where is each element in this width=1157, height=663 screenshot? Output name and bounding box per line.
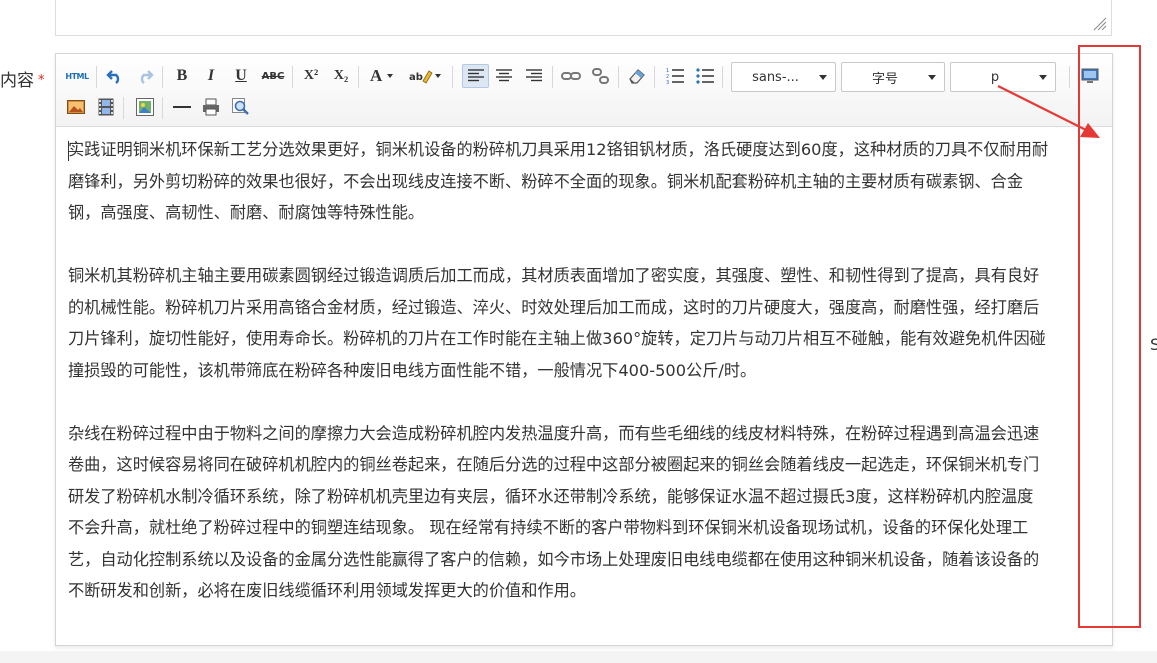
eraser-icon	[629, 69, 645, 84]
print-button[interactable]	[199, 95, 223, 119]
text-line: 不会升高，就杜绝了粉碎过程中的铜塑连结现象。 现在经常有持续不断的客户带物料到环…	[68, 518, 1029, 537]
underline-button[interactable]: U	[229, 64, 253, 88]
font-color-label: A	[370, 66, 383, 85]
text-line: 刀片锋利，旋切性能好，使用寿命长。粉碎机的刀片在工作时能在主轴上做360°旋转，…	[68, 329, 1046, 348]
text-line: 铜米机其粉碎机主轴主要用碳素圆钢经过锻造调质后加工而成，其材质表面增加了密实度，…	[68, 266, 1040, 285]
horizontal-rule-button[interactable]	[170, 95, 194, 119]
redo-button[interactable]	[133, 64, 157, 88]
annotation-highlight-box	[1078, 45, 1141, 628]
text-line: 艺，自动化控制系统以及设备的金属分选性能赢得了客户的信赖，如今市场上处理废旧电线…	[68, 549, 1040, 569]
align-left-button[interactable]	[462, 64, 489, 88]
unlink-button[interactable]	[589, 64, 613, 88]
content-label-text: 内容	[0, 71, 34, 91]
align-right-icon	[526, 69, 542, 82]
page-bottom-bar	[0, 651, 1157, 663]
editor-toolbar: HTML B I U ABC X² X₂ A ab 1 2 3 sans-...…	[56, 54, 1112, 127]
text-line: 钢，高强度、高韧性、耐磨、耐腐蚀等特殊性能。	[68, 203, 425, 222]
text-line: 撞损毁的可能性，该机带筛底在粉碎各种废旧电线方面性能不错，一般情况下400-50…	[68, 360, 757, 380]
chevron-down-icon	[1039, 74, 1047, 80]
text-line: 卷曲，这时候容易将同在破碎机机腔内的铜丝卷起来，在随后分选的过程中这部分被圈起来…	[68, 455, 1040, 474]
chevron-down-icon	[819, 74, 827, 80]
paragraph-format-value: p	[990, 69, 1000, 85]
insert-video-button[interactable]	[94, 95, 118, 119]
font-size-select[interactable]: 字号	[841, 62, 945, 92]
chevron-down-icon	[928, 74, 936, 80]
chevron-down-icon	[435, 74, 441, 78]
editor-content-area[interactable]: 实践证明铜米机环保新工艺分选效果更好，铜米机设备的粉碎机刀具采用12铬钼钒材质，…	[68, 134, 1120, 638]
text-line: 研发了粉碎机水制冷循环系统，除了粉碎机机壳里边有夹层，循环水还带制冷系统，能够保…	[68, 486, 1034, 506]
undo-icon	[106, 70, 120, 84]
align-left-icon	[467, 69, 484, 82]
unlink-icon	[592, 68, 609, 84]
font-family-value: sans-...	[752, 69, 799, 85]
svg-text:3: 3	[666, 80, 669, 84]
italic-button[interactable]: I	[199, 64, 223, 88]
content-paragraph-3: 杂线在粉碎过程中由于物料之间的摩擦力大会造成粉碎机腔内发热温度升高，而有些毛细线…	[68, 418, 1120, 607]
font-family-select[interactable]: sans-...	[731, 62, 836, 92]
html-source-button[interactable]: HTML	[64, 64, 90, 88]
link-button[interactable]	[559, 64, 583, 88]
align-right-button[interactable]	[522, 64, 546, 88]
highlighter-icon: ab	[409, 70, 433, 84]
subscript-button[interactable]: X₂	[329, 64, 353, 88]
rich-text-editor[interactable]: HTML B I U ABC X² X₂ A ab 1 2 3 sans-...…	[55, 53, 1113, 646]
ordered-list-icon: 123	[666, 68, 684, 84]
strikethrough-button[interactable]: ABC	[259, 64, 287, 88]
chevron-down-icon	[387, 74, 394, 78]
insert-image-button[interactable]	[64, 95, 88, 119]
align-center-icon	[496, 69, 512, 82]
highlight-button[interactable]: ab	[406, 64, 444, 88]
text-line: 杂线在粉碎过程中由于物料之间的摩擦力大会造成粉碎机腔内发热温度升高，而有些毛细线…	[68, 423, 1040, 443]
bold-button[interactable]: B	[170, 64, 194, 88]
horizontal-rule-icon	[173, 106, 191, 108]
link-icon	[561, 72, 581, 80]
page-edge-text: S	[1150, 335, 1157, 354]
video-icon	[98, 98, 114, 116]
content-field-label: 内容 *	[0, 66, 45, 91]
text-line: 的机械性能。粉碎机刀片采用高铬合金材质，经过锻造、淬火、时效处理后加工而成，这时…	[68, 297, 1040, 317]
print-icon	[203, 98, 219, 116]
font-size-value: 字号	[871, 71, 898, 87]
undo-button[interactable]	[103, 64, 127, 88]
insert-gallery-button[interactable]	[133, 95, 157, 119]
find-button[interactable]	[229, 95, 253, 119]
content-paragraph-1: 实践证明铜米机环保新工艺分选效果更好，铜米机设备的粉碎机刀具采用12铬钼钒材质，…	[68, 134, 1120, 229]
content-paragraph-2: 铜米机其粉碎机主轴主要用碳素圆钢经过锻造调质后加工而成，其材质表面增加了密实度，…	[68, 260, 1120, 386]
html-icon: HTML	[65, 71, 89, 81]
clear-format-button[interactable]	[625, 64, 649, 88]
image-icon	[67, 100, 85, 114]
align-center-button[interactable]	[492, 64, 516, 88]
required-mark: *	[38, 73, 45, 88]
unordered-list-icon	[696, 68, 714, 84]
previous-textarea[interactable]	[55, 0, 1112, 36]
font-color-button[interactable]: A	[365, 64, 399, 88]
ordered-list-button[interactable]: 123	[663, 64, 687, 88]
resize-grip-icon[interactable]	[1091, 15, 1107, 31]
paragraph-format-select[interactable]: p	[950, 62, 1056, 92]
unordered-list-button[interactable]	[693, 64, 717, 88]
text-line: 磨锋利，另外剪切粉碎的效果也很好，不会出现线皮连接不断、粉碎不全面的现象。铜米机…	[68, 171, 1024, 191]
text-line: 实践证明铜米机环保新工艺分选效果更好，铜米机设备的粉碎机刀具采用12铬钼钒材质，…	[68, 140, 1049, 159]
text-line: 不断研发和创新，必将在废旧线缆循环利用领域发挥更大的价值和作用。	[68, 581, 586, 600]
search-icon	[232, 98, 249, 115]
superscript-button[interactable]: X²	[299, 64, 323, 88]
svg-text:ab: ab	[409, 72, 423, 83]
gallery-icon	[136, 98, 154, 116]
redo-icon	[140, 70, 154, 84]
